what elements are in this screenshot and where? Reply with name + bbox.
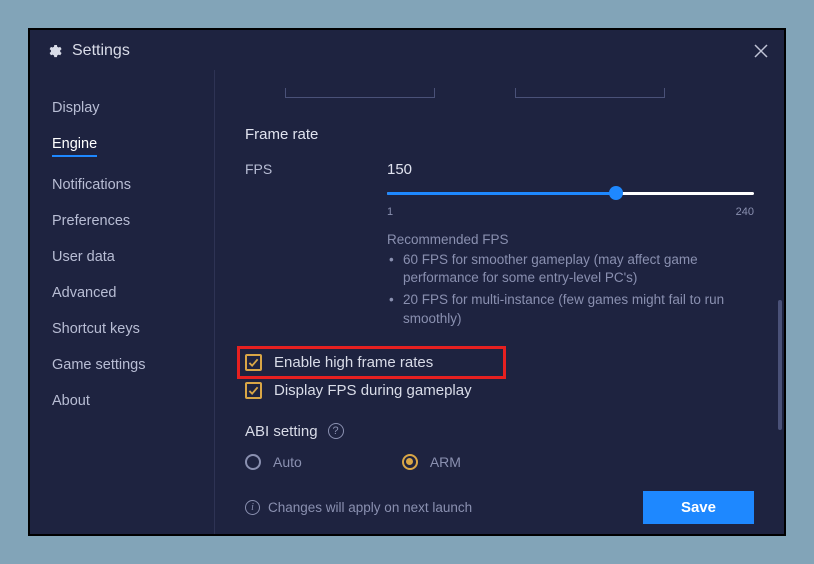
abi-label: ABI setting bbox=[245, 423, 318, 440]
radio-arm[interactable]: ARM bbox=[402, 454, 461, 470]
checkbox-display-fps[interactable]: Display FPS during gameplay bbox=[245, 382, 754, 399]
scrollbar[interactable] bbox=[778, 300, 782, 430]
checkbox-icon bbox=[245, 382, 262, 399]
info-icon: i bbox=[245, 500, 260, 515]
settings-window: Settings Display Engine Notifications Pr… bbox=[28, 28, 786, 536]
top-dropdowns bbox=[285, 88, 754, 98]
fps-row: FPS 150 1 240 Recommended FPS 60 FPS for bbox=[245, 161, 754, 332]
radio-icon bbox=[245, 454, 261, 470]
fps-slider[interactable] bbox=[387, 184, 754, 204]
recommended-item: 20 FPS for multi-instance (few games mig… bbox=[403, 291, 754, 327]
radio-auto[interactable]: Auto bbox=[245, 454, 302, 470]
checkbox-label: Enable high frame rates bbox=[274, 354, 433, 371]
fps-label: FPS bbox=[245, 161, 387, 177]
save-button[interactable]: Save bbox=[643, 491, 754, 524]
sidebar-item-notifications[interactable]: Notifications bbox=[30, 167, 214, 203]
fps-value: 150 bbox=[387, 161, 754, 178]
recommended-item: 60 FPS for smoother gameplay (may affect… bbox=[403, 251, 754, 287]
slider-fill bbox=[387, 192, 616, 195]
slider-labels: 1 240 bbox=[387, 206, 754, 218]
sidebar-item-shortcut-keys[interactable]: Shortcut keys bbox=[30, 311, 214, 347]
footer: i Changes will apply on next launch Save bbox=[245, 491, 754, 524]
recommended-list: 60 FPS for smoother gameplay (may affect… bbox=[387, 251, 754, 328]
fps-right: 150 1 240 Recommended FPS 60 FPS for smo… bbox=[387, 161, 754, 332]
titlebar: Settings bbox=[30, 30, 784, 70]
dropdown-1[interactable] bbox=[285, 88, 435, 98]
dropdown-2[interactable] bbox=[515, 88, 665, 98]
radio-icon bbox=[402, 454, 418, 470]
abi-setting-row: ABI setting ? bbox=[245, 423, 754, 440]
sidebar-item-engine[interactable]: Engine bbox=[30, 126, 214, 167]
checkbox-label: Display FPS during gameplay bbox=[274, 382, 472, 399]
recommended-title: Recommended FPS bbox=[387, 232, 754, 247]
slider-max: 240 bbox=[736, 206, 754, 218]
window-title: Settings bbox=[72, 42, 130, 60]
sidebar-item-advanced[interactable]: Advanced bbox=[30, 275, 214, 311]
main-panel: Frame rate FPS 150 1 240 Recommended FPS bbox=[215, 70, 784, 534]
sidebar-item-preferences[interactable]: Preferences bbox=[30, 203, 214, 239]
radio-label: ARM bbox=[430, 454, 461, 470]
gear-icon bbox=[46, 43, 62, 59]
sidebar-item-user-data[interactable]: User data bbox=[30, 239, 214, 275]
sidebar-item-game-settings[interactable]: Game settings bbox=[30, 347, 214, 383]
slider-min: 1 bbox=[387, 206, 393, 218]
help-icon[interactable]: ? bbox=[328, 423, 344, 439]
frame-rate-title: Frame rate bbox=[245, 126, 754, 143]
slider-thumb[interactable] bbox=[609, 186, 623, 200]
sidebar-item-about[interactable]: About bbox=[30, 383, 214, 419]
radio-label: Auto bbox=[273, 454, 302, 470]
checkbox-enable-high-frame-rates[interactable]: Enable high frame rates bbox=[237, 346, 506, 379]
info-text: Changes will apply on next launch bbox=[268, 500, 472, 515]
close-button[interactable] bbox=[754, 44, 768, 58]
checkbox-icon bbox=[245, 354, 262, 371]
abi-radio-group: Auto ARM bbox=[245, 454, 754, 470]
sidebar-item-display[interactable]: Display bbox=[30, 90, 214, 126]
sidebar: Display Engine Notifications Preferences… bbox=[30, 70, 215, 534]
body: Display Engine Notifications Preferences… bbox=[30, 70, 784, 534]
